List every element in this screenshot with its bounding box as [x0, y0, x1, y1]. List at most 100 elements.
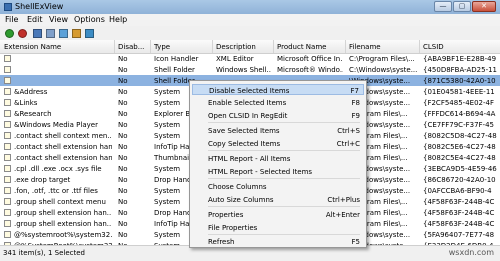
menu-view[interactable]: View [49, 15, 68, 24]
table-cell: @%systemroot%\system32... [14, 230, 112, 239]
table-cell: {871C5380-42A0-10 [423, 76, 496, 85]
context-menu-item[interactable]: Auto Size Columns Ctrl+Plus [192, 194, 364, 205]
context-menu-item-label: Open CLSID In RegEdit [208, 111, 288, 120]
menu-separator [208, 234, 360, 235]
disable-icon[interactable] [18, 29, 27, 38]
menu-separator [208, 178, 360, 179]
context-menu-shortcut: Ctrl+C [336, 139, 360, 148]
context-menu-shortcut: F5 [351, 237, 360, 246]
context-menu-item[interactable]: Copy Selected Items Ctrl+C [192, 138, 364, 149]
table-cell: No [118, 142, 128, 151]
column-header[interactable]: Type [154, 43, 170, 51]
table-cell: &Address [14, 87, 48, 96]
table-cell: No [118, 153, 128, 162]
menu-edit[interactable]: Edit [27, 15, 43, 24]
table-cell: {CE7FF79C-F37F-45 [423, 120, 494, 129]
column-header[interactable]: Description [216, 43, 256, 51]
column-header-row: Extension Name Disab... Type Description… [0, 40, 500, 54]
column-header[interactable]: Disab... [118, 43, 144, 51]
menu-help[interactable]: Help [109, 15, 127, 24]
table-cell: &Research [14, 109, 52, 118]
copy-icon[interactable] [46, 29, 55, 38]
table-cell: {8082C5E4-4C27-48 [423, 153, 496, 162]
context-menu-shortcut: Alt+Enter [325, 210, 360, 219]
table-cell: .exe drop target [14, 175, 71, 184]
table-cell: .group shell extension han... [14, 208, 112, 217]
context-menu-item[interactable]: Enable Selected Items F8 [192, 97, 364, 108]
properties-icon[interactable] [59, 29, 68, 38]
table-cell: {450D8FBA-AD25-11 [423, 65, 498, 74]
menu-bar: File Edit View Options Help [0, 14, 500, 26]
maximize-button[interactable]: ▢ [453, 1, 471, 12]
enable-icon[interactable] [5, 29, 14, 38]
shell-extension-icon [4, 208, 11, 216]
context-menu-item[interactable]: Open CLSID In RegEdit F9 [192, 110, 364, 121]
table-cell: No [118, 197, 128, 206]
table-cell: &Links [14, 98, 38, 107]
column-divider[interactable] [273, 40, 274, 53]
column-divider[interactable] [345, 40, 346, 53]
table-cell: {8082C5E6-4C27-48 [423, 142, 496, 151]
column-divider[interactable] [150, 40, 151, 53]
table-cell: .contact shell context men... [14, 131, 112, 140]
table-cell: {ABA9BF1E-E28B-49 [423, 54, 497, 63]
context-menu-item[interactable]: Choose Columns [192, 181, 364, 192]
context-menu-item-label: Choose Columns [208, 182, 267, 191]
table-cell: {4F58F63F-244B-4C [423, 219, 495, 228]
context-menu-item[interactable]: File Properties [192, 222, 364, 233]
column-header[interactable]: Product Name [277, 43, 326, 51]
table-cell: No [118, 230, 128, 239]
report-icon[interactable] [72, 29, 81, 38]
table-cell: Microsoft Office In... [277, 54, 343, 63]
table-cell: {01E04581-4EEE-11 [423, 87, 495, 96]
table-cell: {F2CF5485-4E02-4F [423, 98, 494, 107]
table-cell: Windows Shell... [216, 65, 271, 74]
shell-extension-icon [4, 197, 11, 205]
context-menu-item-label: Copy Selected Items [208, 139, 281, 148]
menu-separator [208, 122, 360, 123]
shell-extension-icon [4, 76, 11, 84]
watermark: wsxdn.com [448, 248, 494, 257]
table-cell: Microsoft® Windo... [277, 65, 343, 74]
column-header[interactable]: Filename [349, 43, 381, 51]
window-title: ShellExView [15, 2, 64, 11]
table-cell: {0AFCCBA6-BF90-4 [423, 186, 492, 195]
context-menu-shortcut: F9 [351, 111, 360, 120]
context-menu-shortcut: F7 [350, 86, 359, 95]
shell-extension-icon [4, 230, 11, 238]
table-cell: No [118, 54, 128, 63]
table-cell: No [118, 175, 128, 184]
regedit-icon[interactable] [85, 29, 94, 38]
minimize-button[interactable]: — [434, 1, 452, 12]
menu-file[interactable]: File [5, 15, 18, 24]
menu-options[interactable]: Options [74, 15, 105, 24]
context-menu-item[interactable]: Save Selected Items Ctrl+S [192, 125, 364, 136]
column-divider[interactable] [212, 40, 213, 53]
context-menu-item[interactable]: Disable Selected Items F7 [192, 84, 364, 95]
table-cell: Shell Folder [154, 65, 195, 74]
column-header[interactable]: Extension Name [4, 43, 61, 51]
context-menu-item[interactable]: HTML Report - Selected Items [192, 166, 364, 177]
context-menu-item-label: HTML Report - All Items [208, 154, 291, 163]
table-cell: No [118, 186, 128, 195]
table-row[interactable]: No Shell Folder Windows Shell... Microsoft®… [0, 64, 500, 75]
context-menu-item-label: Properties [208, 210, 244, 219]
table-row[interactable]: No Icon Handler XML Editor Microsoft Office… [0, 53, 500, 64]
close-button[interactable]: ✕ [472, 1, 496, 12]
table-cell: {4F58F63F-244B-4C [423, 197, 495, 206]
shell-extension-icon [4, 120, 11, 128]
context-menu-item[interactable]: HTML Report - All Items [192, 153, 364, 164]
shell-extension-icon [4, 109, 11, 117]
column-divider[interactable] [419, 40, 420, 53]
menu-separator [208, 150, 360, 151]
save-icon[interactable] [33, 29, 42, 38]
context-menu-item[interactable]: Refresh F5 [192, 236, 364, 247]
table-cell: No [118, 164, 128, 173]
shell-extension-icon [4, 131, 11, 139]
context-menu-item[interactable]: Properties Alt+Enter [192, 209, 364, 220]
shell-extension-icon [4, 142, 11, 150]
shell-extension-icon [4, 54, 11, 62]
column-divider[interactable] [114, 40, 115, 53]
table-cell: No [118, 65, 128, 74]
column-header[interactable]: CLSID [423, 43, 444, 51]
